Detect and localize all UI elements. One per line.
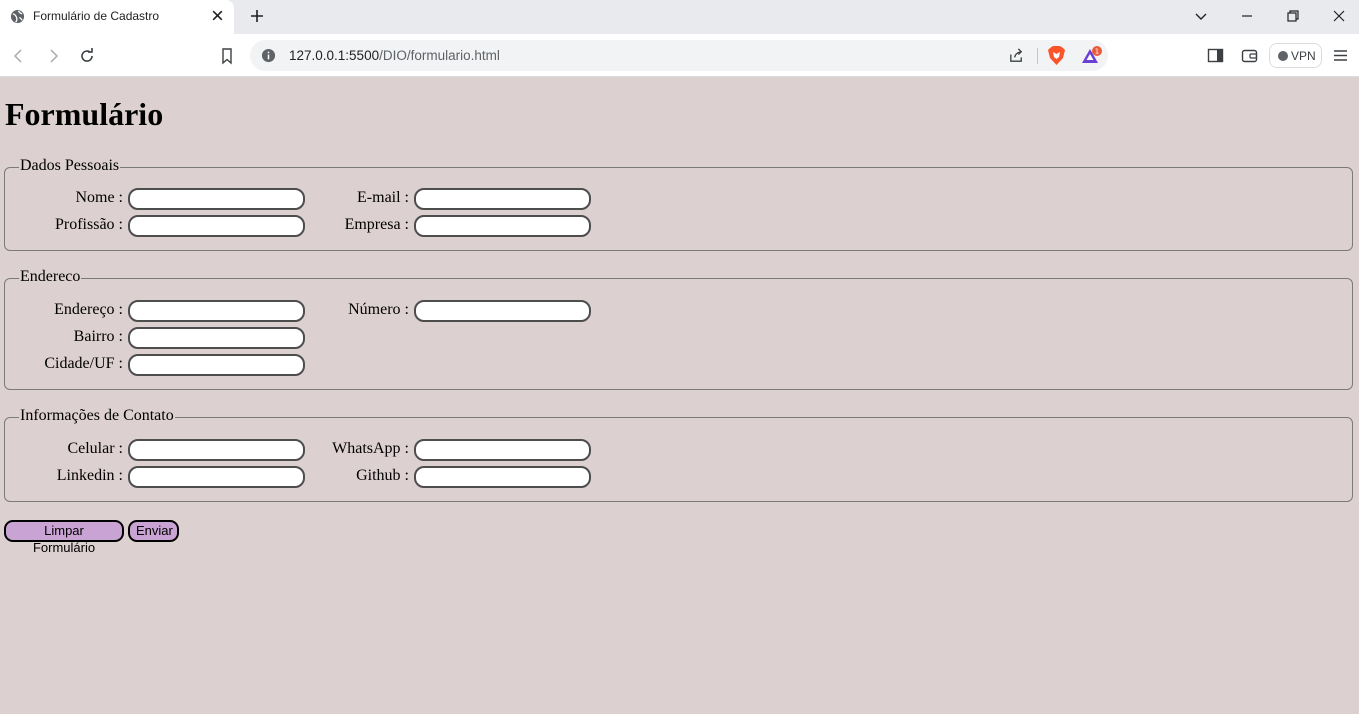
page-content: Formulário Dados Pessoais Nome : E-mail … bbox=[0, 77, 1359, 714]
globe-icon bbox=[10, 9, 25, 24]
label-empresa: Empresa : bbox=[344, 216, 409, 233]
label-linkedin: Linkedin : bbox=[56, 467, 123, 484]
label-profissao: Profissão : bbox=[55, 216, 123, 233]
back-icon[interactable] bbox=[10, 47, 28, 65]
label-nome: Nome : bbox=[75, 189, 123, 206]
page-title: Formulário bbox=[5, 96, 164, 132]
new-tab-icon[interactable] bbox=[249, 8, 265, 24]
input-nome[interactable] bbox=[128, 188, 305, 210]
bookmark-icon[interactable] bbox=[218, 47, 236, 65]
url-host: 127.0.0.1:5500 bbox=[289, 48, 380, 63]
chevron-down-icon[interactable] bbox=[1193, 8, 1209, 24]
brave-shields-icon[interactable] bbox=[1047, 45, 1066, 66]
reload-icon[interactable] bbox=[78, 47, 96, 65]
vpn-button[interactable]: VPN bbox=[1269, 43, 1322, 68]
rewards-badge: 1 bbox=[1095, 48, 1099, 56]
label-github: Github : bbox=[356, 467, 409, 484]
label-cidade-uf: Cidade/UF : bbox=[44, 355, 123, 372]
fieldset-endereco: Endereco Endereço : Número : Bairro : Ci… bbox=[4, 268, 1353, 390]
fieldset-dados-pessoais: Dados Pessoais Nome : E-mail : Profissão… bbox=[4, 157, 1353, 251]
input-github[interactable] bbox=[414, 466, 591, 488]
legend-contato: Informações de Contato bbox=[19, 407, 175, 425]
label-numero: Número : bbox=[348, 301, 409, 318]
close-tab-icon[interactable] bbox=[211, 9, 224, 22]
input-numero[interactable] bbox=[414, 300, 591, 322]
address-bar[interactable]: 127.0.0.1:5500/DIO/formulario.html 1 bbox=[250, 40, 1108, 71]
vpn-status-icon bbox=[1278, 51, 1288, 61]
input-cidade-uf[interactable] bbox=[128, 354, 305, 376]
reset-button[interactable]: Limpar Formulário bbox=[4, 520, 124, 555]
label-celular: Celular : bbox=[67, 440, 123, 457]
label-whatsapp: WhatsApp : bbox=[332, 440, 409, 457]
url-text: 127.0.0.1:5500/DIO/formulario.html bbox=[289, 48, 500, 63]
input-celular[interactable] bbox=[128, 439, 305, 461]
wallet-icon[interactable] bbox=[1241, 47, 1258, 64]
browser-tab-bar: Formulário de Cadastro bbox=[0, 0, 1359, 34]
forward-icon[interactable] bbox=[44, 47, 62, 65]
url-path: /DIO/formulario.html bbox=[379, 48, 500, 63]
close-window-icon[interactable] bbox=[1331, 8, 1347, 24]
minimize-icon[interactable] bbox=[1239, 8, 1255, 24]
input-profissao[interactable] bbox=[128, 215, 305, 237]
input-linkedin[interactable] bbox=[128, 466, 305, 488]
sidebar-icon[interactable] bbox=[1207, 47, 1224, 64]
restore-icon[interactable] bbox=[1285, 8, 1301, 24]
tab-title: Formulário de Cadastro bbox=[33, 9, 160, 23]
menu-icon[interactable] bbox=[1332, 47, 1349, 64]
info-icon[interactable] bbox=[261, 48, 276, 63]
label-endereco: Endereço : bbox=[54, 301, 123, 318]
rewards-icon[interactable]: 1 bbox=[1081, 45, 1103, 66]
input-whatsapp[interactable] bbox=[414, 439, 591, 461]
label-email: E-mail : bbox=[357, 189, 409, 206]
legend-dados-pessoais: Dados Pessoais bbox=[19, 157, 121, 175]
browser-toolbar: 127.0.0.1:5500/DIO/formulario.html 1 VPN bbox=[0, 34, 1359, 77]
input-empresa[interactable] bbox=[414, 215, 591, 237]
browser-tab[interactable]: Formulário de Cadastro bbox=[0, 0, 234, 34]
input-email[interactable] bbox=[414, 188, 591, 210]
input-endereco[interactable] bbox=[128, 300, 305, 322]
share-icon[interactable] bbox=[1008, 47, 1025, 64]
input-bairro[interactable] bbox=[128, 327, 305, 349]
omnibox-divider bbox=[1037, 48, 1038, 64]
fieldset-contato: Informações de Contato Celular : WhatsAp… bbox=[4, 407, 1353, 502]
vpn-label: VPN bbox=[1291, 49, 1316, 63]
submit-button[interactable]: Enviar bbox=[128, 520, 179, 542]
legend-endereco: Endereco bbox=[19, 268, 82, 286]
label-bairro: Bairro : bbox=[73, 328, 123, 345]
